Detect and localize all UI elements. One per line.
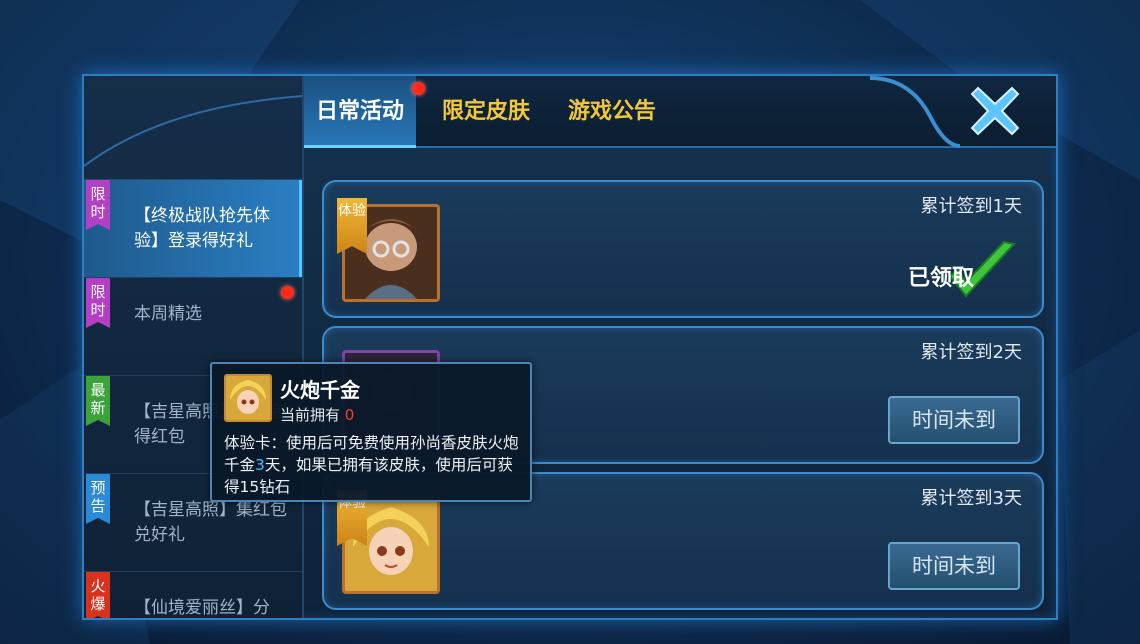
- owned-value: 0: [344, 406, 355, 424]
- close-button[interactable]: [968, 84, 1022, 138]
- trial-tag: 体验: [337, 198, 367, 254]
- reward-label: 累计签到3天: [920, 488, 1022, 509]
- event-sidebar: 限时【终极战队抢先体验】登录得好礼限时本周精选最新【吉星高照】集红包得红包预告【…: [84, 76, 304, 618]
- sidebar-item-label: 【仙境爱丽丝】分: [134, 598, 270, 618]
- owned-count: 当前拥有 0: [280, 404, 354, 425]
- sidebar-item-label: 本周精选: [134, 304, 202, 324]
- tab-limited-skins[interactable]: 限定皮肤: [430, 76, 542, 148]
- tab-daily-events[interactable]: 日常活动: [304, 76, 417, 148]
- sidebar-event-item[interactable]: 火爆【仙境爱丽丝】分: [84, 572, 302, 618]
- desc-part2: 天，如果已拥有该皮肤，使用后可获得15钻石: [224, 456, 513, 496]
- item-description: 体验卡：使用后可免费使用孙尚香皮肤火炮千金3天，如果已拥有该皮肤，使用后可获得1…: [224, 432, 528, 498]
- claimed-status: 已领取: [900, 240, 1020, 306]
- sidebar-item-label: 【终极战队抢先体验】登录得好礼: [134, 206, 270, 251]
- reward-label: 累计签到2天: [920, 342, 1022, 363]
- events-panel: 限时【终极战队抢先体验】登录得好礼限时本周精选最新【吉星高照】集红包得红包预告【…: [82, 74, 1058, 620]
- event-badge: 火爆: [86, 572, 110, 618]
- sidebar-header-decoration: [84, 76, 302, 180]
- item-tooltip: 火炮千金 当前拥有 0 体验卡：使用后可免费使用孙尚香皮肤火炮千金3天，如果已拥…: [210, 362, 532, 502]
- desc-days: 3: [255, 456, 265, 474]
- close-x-icon: [970, 86, 1020, 136]
- not-yet-button[interactable]: 时间未到: [888, 542, 1020, 590]
- owned-label: 当前拥有: [280, 406, 341, 424]
- event-badge: 最新: [86, 376, 110, 426]
- event-badge: 限时: [86, 278, 110, 328]
- event-badge: 限时: [86, 180, 110, 230]
- tab-bar: 日常活动 限定皮肤 游戏公告: [304, 76, 1056, 148]
- header-curve-decoration: [870, 76, 960, 148]
- not-yet-button[interactable]: 时间未到: [888, 396, 1020, 444]
- claimed-text: 已领取: [908, 266, 975, 291]
- notification-dot: [281, 286, 294, 299]
- tab-announcements[interactable]: 游戏公告: [556, 76, 668, 148]
- tab-notification-dot: [412, 82, 425, 95]
- reward-label: 累计签到1天: [920, 196, 1022, 217]
- sidebar-event-item[interactable]: 限时 【终极战队抢先体验】登录得好礼: [84, 180, 302, 278]
- skin-name: 火炮千金: [280, 378, 360, 402]
- sidebar-item-label: 【吉星高照】集红包兑好礼: [134, 500, 287, 545]
- sidebar-arc: [84, 95, 302, 167]
- skin-thumbnail: [224, 374, 272, 422]
- event-badge: 预告: [86, 474, 110, 524]
- reward-card-day1: 累计签到1天 体验 已领取: [322, 180, 1044, 318]
